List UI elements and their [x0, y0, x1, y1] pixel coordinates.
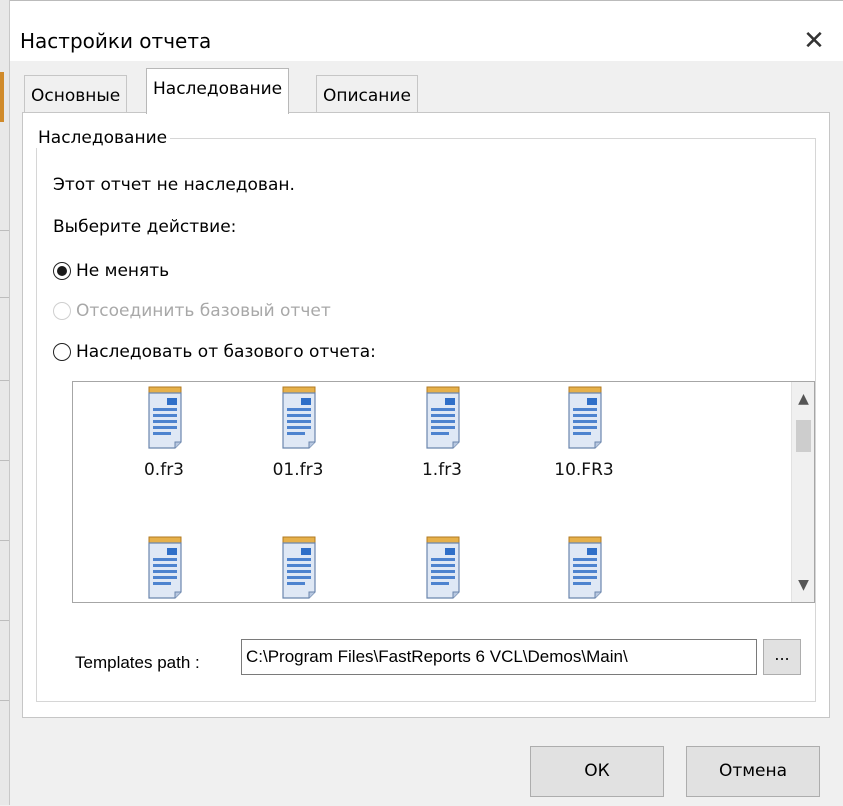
- tab-panel-inheritance: Наследование Этот отчет не наследован. В…: [22, 112, 830, 718]
- tab-description[interactable]: Описание: [316, 75, 418, 113]
- report-file-icon: [426, 536, 460, 599]
- report-settings-dialog: Настройки отчета ✕ Основные Наследование…: [10, 0, 843, 806]
- chevron-down-icon: ▼: [798, 577, 809, 593]
- inheritance-status-text: Этот отчет не наследован.: [53, 175, 295, 195]
- background-window-edge: [0, 0, 10, 805]
- radio-button-disabled: [53, 302, 71, 320]
- report-file-icon: [282, 386, 316, 449]
- template-item[interactable]: 101.fr3: [243, 536, 353, 602]
- template-name: 01.fr3: [272, 460, 324, 480]
- tab-label: Основные: [31, 86, 121, 106]
- report-file-icon: [426, 386, 460, 449]
- title-bar[interactable]: Настройки отчета ✕: [10, 1, 843, 61]
- background-window-tick: [0, 620, 9, 621]
- template-name: 10.FR3: [554, 460, 614, 480]
- radio-label: Наследовать от базового отчета:: [76, 342, 376, 362]
- report-file-icon: [568, 386, 602, 449]
- background-window-tick: [0, 460, 9, 461]
- report-file-icon: [425, 536, 461, 600]
- report-file-icon: [567, 536, 603, 600]
- radio-label: Не менять: [76, 261, 170, 281]
- radio-button-selected[interactable]: [53, 262, 71, 280]
- report-file-icon: [148, 386, 182, 449]
- template-item[interactable]: 10.FR3: [529, 386, 639, 496]
- report-file-icon: [281, 536, 317, 600]
- scroll-thumb[interactable]: [796, 420, 811, 452]
- background-window-tick: [0, 380, 9, 381]
- tab-label: Описание: [323, 86, 411, 106]
- tab-label: Наследование: [153, 79, 283, 99]
- vertical-scrollbar[interactable]: ▲ ▼: [791, 382, 814, 602]
- background-window-tick: [0, 700, 9, 701]
- ok-button[interactable]: ОК: [530, 746, 664, 797]
- template-item[interactable]: 0.fr3: [109, 386, 219, 496]
- background-window-tick: [0, 230, 9, 231]
- chevron-up-icon: ▲: [798, 391, 809, 407]
- report-file-icon: [147, 536, 183, 600]
- templates-path-input[interactable]: C:\Program Files\FastReports 6 VCL\Demos…: [241, 639, 757, 675]
- browse-path-button[interactable]: ...: [763, 639, 801, 675]
- close-icon: ✕: [803, 26, 825, 56]
- background-window-tick: [0, 297, 9, 298]
- template-list[interactable]: 0.fr3 01.fr3 1.fr3 10.FR3 100.fr3 101.fr3 102.…: [72, 381, 815, 603]
- report-file-icon: [425, 386, 461, 450]
- cancel-button[interactable]: Отмена: [686, 746, 820, 797]
- template-item[interactable]: 01.fr3: [243, 386, 353, 496]
- scroll-down-button[interactable]: ▼: [792, 568, 814, 602]
- report-file-icon: [568, 536, 602, 599]
- template-item[interactable]: 100.fr3: [109, 536, 219, 602]
- report-file-icon: [567, 386, 603, 450]
- radio-dot: [57, 266, 67, 276]
- group-legend: Наследование: [35, 128, 171, 148]
- template-item[interactable]: 102.fr3: [387, 536, 497, 602]
- templates-path-label: Templates path :: [75, 653, 200, 672]
- report-file-icon: [282, 536, 316, 599]
- radio-detach-base: Отсоединить базовый отчет: [53, 299, 331, 323]
- radio-inherit-from-base[interactable]: Наследовать от базового отчета:: [53, 340, 376, 364]
- report-file-icon: [148, 536, 182, 599]
- background-window-accent: [0, 72, 4, 122]
- template-item[interactable]: 1.fr3: [387, 386, 497, 496]
- window-title: Настройки отчета: [20, 29, 212, 53]
- report-file-icon: [281, 386, 317, 450]
- scroll-up-button[interactable]: ▲: [792, 382, 814, 416]
- template-name: 0.fr3: [143, 460, 184, 480]
- radio-keep[interactable]: Не менять: [53, 259, 169, 283]
- choose-action-label: Выберите действие:: [53, 217, 237, 237]
- template-item[interactable]: 103.fr3: [529, 536, 639, 602]
- radio-button[interactable]: [53, 343, 71, 361]
- radio-label: Отсоединить базовый отчет: [76, 301, 331, 321]
- tab-general[interactable]: Основные: [24, 75, 128, 113]
- close-button[interactable]: ✕: [796, 23, 832, 59]
- tab-inheritance[interactable]: Наследование: [146, 68, 290, 114]
- background-window-tick: [0, 540, 9, 541]
- report-file-icon: [147, 386, 183, 450]
- template-name: 1.fr3: [421, 460, 462, 480]
